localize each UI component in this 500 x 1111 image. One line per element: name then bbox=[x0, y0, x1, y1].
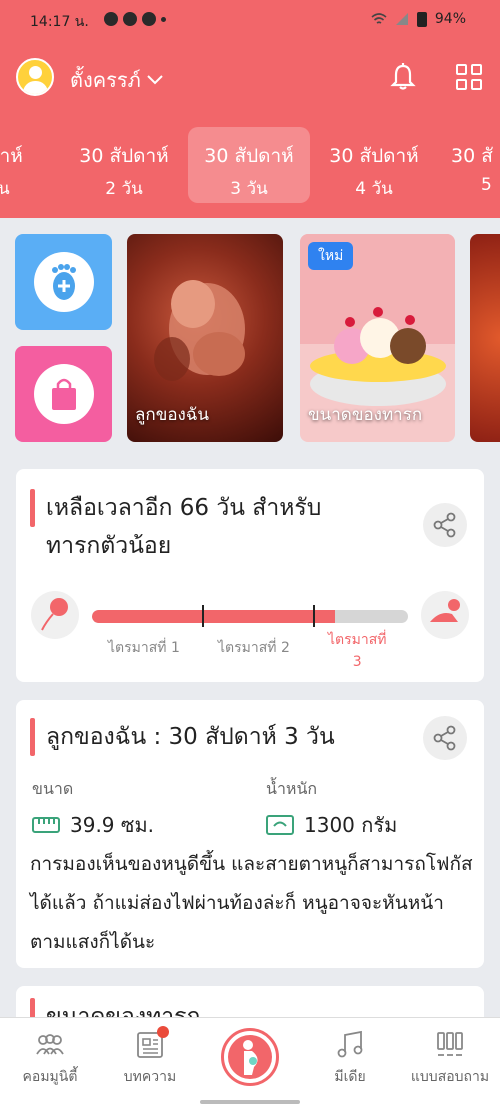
title-accent-bar bbox=[30, 489, 35, 527]
new-badge: ใหม่ bbox=[308, 242, 354, 270]
community-icon bbox=[36, 1034, 64, 1055]
username-label: ตั้งครรภ์ bbox=[70, 68, 141, 92]
more-card[interactable] bbox=[470, 234, 500, 442]
title-accent-bar bbox=[30, 718, 35, 756]
avatar[interactable] bbox=[16, 58, 54, 96]
menu-grid-icon[interactable] bbox=[456, 64, 482, 90]
pregnancy-progress-fill bbox=[92, 610, 336, 623]
signal-icon bbox=[395, 13, 408, 25]
messenger-icon bbox=[104, 12, 118, 26]
baby-info-title: ลูกของฉัน : 30 สัปดาห์ 3 วัน bbox=[46, 724, 335, 750]
week-tab-prev[interactable]: ปดาห์วัน bbox=[0, 127, 60, 203]
nav-articles-label: บทความ bbox=[123, 1069, 177, 1085]
pregnancy-progress-bar bbox=[92, 610, 408, 623]
trimester-tick-1 bbox=[202, 605, 204, 627]
feature-tiles: ลูกของฉัน ใหม่ ขนาดของทารก bbox=[0, 234, 500, 442]
share-button[interactable] bbox=[423, 503, 467, 547]
week-tab-30w2d[interactable]: 30 สัปดาห์ 2 วัน bbox=[63, 127, 185, 203]
pregnant-woman-icon bbox=[243, 1040, 258, 1075]
trimester-1-label: ไตรมาสที่ 1 bbox=[108, 640, 180, 656]
trimester-tick-2 bbox=[313, 605, 315, 627]
week-tab-30w3d[interactable]: 30 สัปดาห์ 3 วัน bbox=[188, 127, 310, 203]
countdown-title: เหลือเวลาอีก 66 วัน สำหรับ ทารกตัวน้อย bbox=[46, 495, 322, 559]
status-bar: 14:17 น. 94% bbox=[0, 0, 500, 40]
bottom-navigation: คอมมูนิตี้ บทความ มีเดีย แบบสอบถาม bbox=[0, 1017, 500, 1111]
weight-label: น้ำหนัก bbox=[266, 779, 318, 798]
baby-info-card: ลูกของฉัน : 30 สัปดาห์ 3 วัน ขนาด 39.9 ซ… bbox=[16, 700, 484, 968]
app-notif-icon bbox=[123, 12, 137, 26]
nav-articles[interactable]: บทความ bbox=[100, 1026, 200, 1088]
countdown-card: เหลือเวลาอีก 66 วัน สำหรับ ทารกตัวน้อย ไ… bbox=[16, 469, 484, 682]
footprint-plus-icon bbox=[52, 264, 76, 300]
trimester-2-label: ไตรมาสที่ 2 bbox=[218, 640, 290, 656]
battery-icon bbox=[416, 11, 427, 27]
nav-media-label: มีเดีย bbox=[334, 1069, 366, 1085]
trimester-3-label: ไตรมาสที่ 3 bbox=[328, 632, 387, 670]
user-switcher[interactable]: ตั้งครรภ์ bbox=[70, 64, 163, 96]
my-baby-card[interactable]: ลูกของฉัน bbox=[127, 234, 283, 442]
wifi-icon bbox=[371, 13, 387, 24]
conception-icon bbox=[31, 591, 79, 639]
nav-quiz-label: แบบสอบถาม bbox=[410, 1069, 490, 1085]
music-note-icon bbox=[337, 1030, 363, 1058]
ruler-icon bbox=[32, 817, 60, 833]
share-button[interactable] bbox=[423, 716, 467, 760]
quiz-icon bbox=[437, 1032, 463, 1056]
scale-icon bbox=[266, 815, 294, 835]
nav-media[interactable]: มีเดีย bbox=[300, 1030, 400, 1088]
nav-community-label: คอมมูนิตี้ bbox=[22, 1069, 78, 1085]
nav-quiz[interactable]: แบบสอบถาม bbox=[400, 1030, 500, 1088]
weight-value: 1300 กรัม bbox=[266, 809, 397, 841]
home-indicator bbox=[200, 1100, 300, 1104]
battery-percent: 94% bbox=[434, 11, 466, 27]
shopping-bag-icon bbox=[52, 378, 76, 410]
notification-dot bbox=[157, 1026, 169, 1038]
nav-pregnancy-home[interactable] bbox=[221, 1028, 279, 1086]
baby-size-card[interactable]: ใหม่ ขนาดของทารก bbox=[300, 234, 455, 442]
kick-counter-tile[interactable] bbox=[15, 234, 112, 330]
chevron-down-icon bbox=[147, 75, 163, 85]
share-icon bbox=[433, 725, 456, 751]
shop-tile[interactable] bbox=[15, 346, 112, 442]
size-label: ขนาด bbox=[32, 779, 74, 798]
week-tab-30w5d[interactable]: 30 สั 5 bbox=[438, 127, 500, 203]
share-icon bbox=[433, 512, 456, 538]
size-value: 39.9 ซม. bbox=[32, 809, 154, 841]
baby-crawling-icon bbox=[421, 591, 469, 639]
more-notif-dot-icon bbox=[161, 17, 166, 22]
notification-icons bbox=[104, 12, 166, 26]
app-header: 14:17 น. 94% ตั้งครรภ์ ปดาห์วัน bbox=[0, 0, 500, 218]
nav-community[interactable]: คอมมูนิตี้ bbox=[0, 1030, 100, 1088]
status-time: 14:17 น. bbox=[30, 14, 89, 30]
baby-size-caption: ขนาดของทารก bbox=[308, 405, 423, 425]
week-selector: ปดาห์วัน 30 สัปดาห์2 วัน 30 สัปดาห์3 วัน… bbox=[0, 127, 500, 205]
baby-description: การมองเห็นของหนูดีขึ้น และสายตาหนูก็สามา… bbox=[30, 853, 473, 953]
app-notif-icon-2 bbox=[142, 12, 156, 26]
my-baby-caption: ลูกของฉัน bbox=[135, 405, 210, 425]
week-tab-30w4d[interactable]: 30 สัปดาห์ 4 วัน bbox=[313, 127, 435, 203]
bell-icon[interactable] bbox=[388, 62, 418, 92]
